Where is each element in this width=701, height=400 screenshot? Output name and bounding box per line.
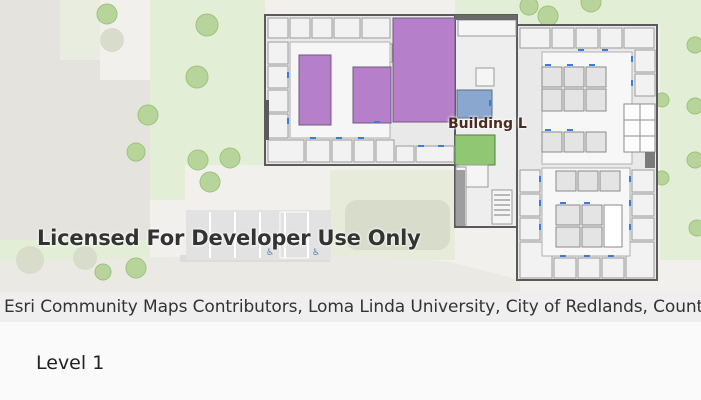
- grass-area: [455, 0, 520, 15]
- map-attribution[interactable]: Esri Community Maps Contributors, Loma L…: [0, 292, 701, 322]
- attribution-text: Esri Community Maps Contributors, Loma L…: [4, 297, 701, 317]
- green-room: [454, 134, 496, 166]
- level-selector[interactable]: Level 1: [36, 352, 104, 374]
- blue-room: [456, 89, 493, 119]
- developer-watermark: Licensed For Developer Use Only: [37, 226, 421, 250]
- map-view[interactable]: ♿ ♿ Building L Licensed For Developer Us…: [0, 0, 701, 292]
- floor-filter-panel: Level 1: [0, 322, 701, 400]
- building-label: Building L: [448, 116, 527, 132]
